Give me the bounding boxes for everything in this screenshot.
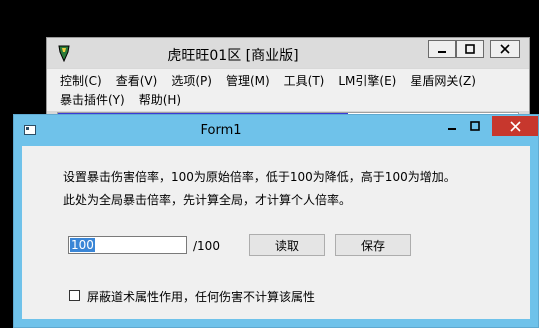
form1-window: Form1 设置暴击伤害倍率，100为原始倍率，低于100为降低，高于100为增…: [13, 114, 539, 328]
menu-item-lm-engine[interactable]: LM引擎(E): [338, 72, 396, 89]
maximize-icon: [470, 121, 480, 131]
menu-item-view[interactable]: 查看(V): [116, 72, 158, 89]
menu-item-star-shield[interactable]: 星盾网关(Z): [410, 72, 476, 89]
back-maximize-button[interactable]: [456, 40, 484, 58]
form1-maximize-button[interactable]: [457, 116, 493, 136]
menu-item-crit-plugin[interactable]: 暴击插件(Y): [60, 91, 125, 108]
back-close-button[interactable]: [490, 40, 520, 58]
back-minimize-button[interactable]: [428, 40, 456, 58]
description-line-2: 此处为全局暴击倍率，先计算全局，才计算个人倍率。: [63, 193, 352, 207]
menu-item-options[interactable]: 选项(P): [171, 72, 212, 89]
form1-title: Form1: [200, 123, 242, 138]
form1-client-area: 设置暴击伤害倍率，100为原始倍率，低于100为降低，高于100为增加。 此处为…: [22, 146, 530, 319]
crit-rate-value: 100: [70, 238, 95, 252]
form1-close-button[interactable]: [492, 116, 538, 136]
description-line-1: 设置暴击伤害倍率，100为原始倍率，低于100为降低，高于100为增加。: [63, 170, 456, 184]
minimize-icon: [448, 128, 456, 130]
save-button[interactable]: 保存: [335, 234, 411, 256]
close-icon: [509, 120, 521, 132]
back-window-title: 虎旺旺01区 [商业版]: [167, 48, 299, 64]
back-window-menubar: 控制(C) 查看(V) 选项(P) 管理(M) 工具(T) LM引擎(E) 星盾…: [47, 69, 529, 111]
maximize-icon: [465, 44, 475, 54]
read-button[interactable]: 读取: [249, 234, 325, 256]
menu-item-control[interactable]: 控制(C): [60, 72, 102, 89]
menu-item-tools[interactable]: 工具(T): [284, 72, 325, 89]
form1-title-bar[interactable]: Form1: [14, 115, 538, 146]
minimize-icon: [438, 51, 446, 53]
disable-taoist-attribute-checkbox[interactable]: [69, 290, 80, 301]
menu-item-manage[interactable]: 管理(M): [226, 72, 270, 89]
disable-taoist-attribute-label[interactable]: 屏蔽道术属性作用，任何伤害不计算该属性: [87, 288, 315, 305]
menu-item-help[interactable]: 帮助(H): [139, 91, 181, 108]
menu-row-2: 暴击插件(Y) 帮助(H): [60, 91, 195, 108]
back-window-title-bar[interactable]: 虎旺旺01区 [商业版]: [47, 38, 529, 68]
menu-row-1: 控制(C) 查看(V) 选项(P) 管理(M) 工具(T) LM引擎(E) 星盾…: [60, 72, 490, 89]
crit-rate-input[interactable]: 100: [68, 236, 187, 254]
crit-rate-unit: /100: [193, 239, 220, 253]
close-icon: [500, 44, 510, 54]
